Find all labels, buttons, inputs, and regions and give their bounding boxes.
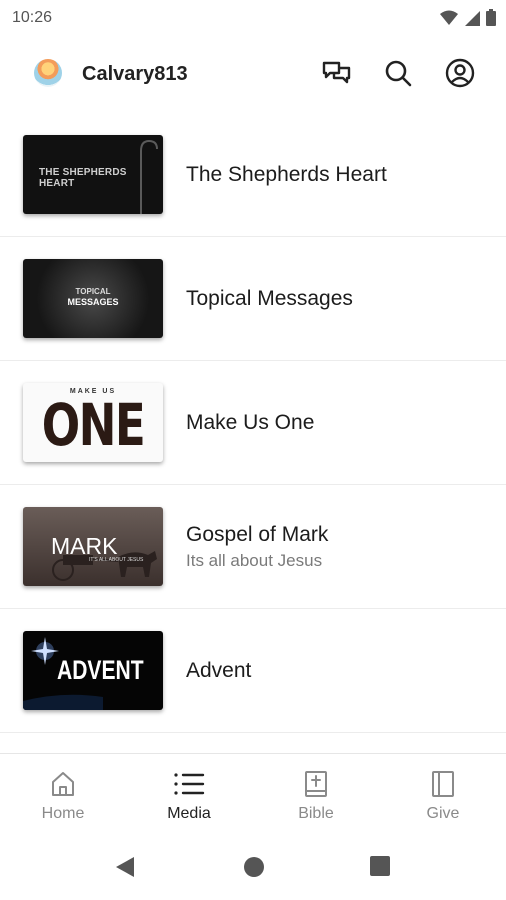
overview-icon[interactable] — [369, 855, 391, 877]
thumbnail-text: ADVENT — [57, 655, 144, 685]
app-actions — [320, 57, 476, 89]
app-bar: Calvary813 — [0, 44, 506, 104]
account-button[interactable] — [444, 57, 476, 89]
back-icon[interactable] — [114, 855, 136, 879]
book-icon — [432, 771, 454, 797]
list-item[interactable]: MARK IT'S ALL ABOUT JESUS Gospel of Mark… — [0, 485, 506, 609]
status-time: 10:26 — [12, 9, 53, 26]
item-title: Topical Messages — [186, 286, 353, 310]
list-item[interactable]: ADVENT Advent — [0, 609, 506, 733]
nav-media[interactable]: Media — [126, 754, 252, 838]
app-title: Calvary813 — [82, 63, 188, 85]
search-icon — [385, 60, 412, 87]
nav-bible[interactable]: Bible — [253, 754, 379, 838]
thumbnail-text: MESSAGES — [67, 297, 119, 307]
wifi-icon — [440, 10, 458, 25]
thumbnail-shepherds-heart: THE SHEPHERDS HEART — [23, 135, 163, 214]
nav-label: Bible — [298, 805, 334, 822]
chat-icon — [322, 61, 351, 84]
bible-icon — [305, 771, 327, 797]
account-icon — [445, 58, 475, 88]
thumbnail-text: ONE — [41, 391, 146, 459]
signal-icon — [465, 10, 480, 26]
status-icons — [440, 9, 496, 26]
thumbnail-make-us-one: MAKE US ONE — [23, 383, 163, 462]
item-title: Make Us One — [186, 410, 315, 434]
status-bar: 10:26 — [0, 0, 506, 36]
thumbnail-text: TOPICAL — [75, 287, 111, 296]
nav-label: Media — [167, 805, 211, 822]
search-button[interactable] — [382, 57, 414, 89]
list-icon — [174, 773, 205, 795]
battery-icon — [486, 9, 496, 26]
media-list: THE SHEPHERDS HEART The Shepherds Heart … — [0, 113, 506, 733]
chat-button[interactable] — [320, 57, 352, 89]
nav-give[interactable]: Give — [380, 754, 506, 838]
list-item[interactable]: TOPICAL MESSAGES Topical Messages — [0, 237, 506, 361]
item-subtitle: Its all about Jesus — [186, 550, 323, 570]
nav-home[interactable]: Home — [0, 754, 126, 838]
nav-label: Home — [41, 805, 85, 822]
home-icon — [52, 772, 74, 796]
item-title: Advent — [186, 658, 252, 682]
nav-label: Give — [426, 805, 460, 822]
system-nav — [0, 837, 506, 900]
thumbnail-text: THE SHEPHERDS HEART — [39, 167, 127, 189]
thumbnail-text: MARK — [51, 533, 118, 559]
list-item[interactable]: THE SHEPHERDS HEART The Shepherds Heart — [0, 113, 506, 237]
item-title: Gospel of Mark — [186, 522, 329, 546]
thumbnail-advent: ADVENT — [23, 631, 163, 710]
thumbnail-topical-messages: TOPICAL MESSAGES — [23, 259, 163, 338]
item-title: The Shepherds Heart — [186, 162, 387, 186]
bottom-nav: Home Media Bible Give — [0, 753, 506, 838]
thumbnail-gospel-of-mark: MARK IT'S ALL ABOUT JESUS — [23, 507, 163, 586]
list-item[interactable]: MAKE US ONE Make Us One — [0, 361, 506, 485]
thumbnail-text: IT'S ALL ABOUT JESUS — [89, 557, 144, 563]
app-logo — [34, 59, 62, 87]
home-button-icon[interactable] — [242, 855, 266, 879]
